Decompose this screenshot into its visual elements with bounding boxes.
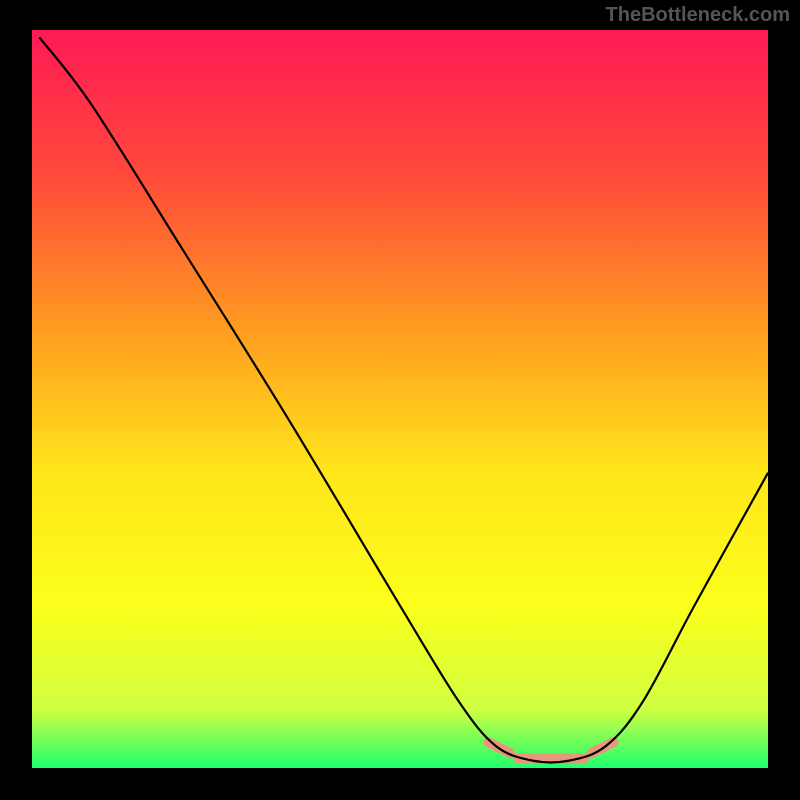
gradient-background [32, 30, 768, 768]
watermark-text: TheBottleneck.com [606, 4, 790, 27]
chart-container: TheBottleneck.com [0, 0, 800, 800]
plot-area [32, 30, 768, 768]
chart-svg [32, 30, 768, 768]
